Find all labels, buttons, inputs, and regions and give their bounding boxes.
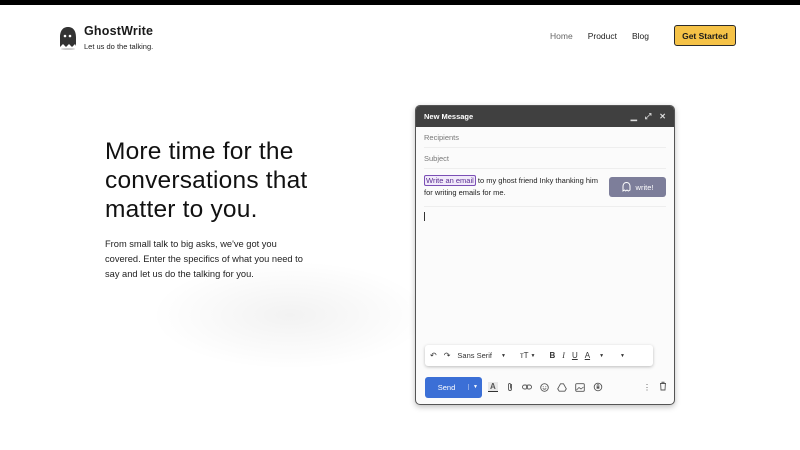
recipients-placeholder: Recipients: [424, 132, 460, 142]
prompt-row: Write an email to my ghost friend Inky t…: [424, 169, 666, 207]
subject-field[interactable]: Subject: [424, 148, 666, 169]
subject-placeholder: Subject: [424, 153, 450, 163]
compose-title: New Message: [424, 112, 474, 121]
main-nav: Home Product Blog: [550, 31, 664, 41]
hero-body: From small talk to big asks, we've got y…: [105, 239, 303, 279]
ghost-icon: [622, 182, 631, 192]
write-button[interactable]: write!: [609, 177, 666, 197]
ghost-logo-icon: [60, 27, 76, 50]
font-select[interactable]: Sans Serif ▼: [457, 351, 513, 360]
undo-icon[interactable]: ↶: [430, 351, 437, 360]
text-cursor: [424, 212, 425, 221]
bold-icon[interactable]: B: [549, 351, 555, 360]
trash-icon[interactable]: [659, 381, 667, 393]
compose-bottom-bar: Send ▼ A ⋮: [425, 376, 667, 398]
text-color-icon[interactable]: A ▼: [585, 351, 611, 360]
emoji-icon[interactable]: [540, 382, 549, 392]
top-border: [0, 0, 800, 5]
drive-icon[interactable]: [556, 382, 567, 392]
redo-icon[interactable]: ↷: [444, 351, 451, 360]
underline-icon[interactable]: U: [572, 351, 578, 360]
confidential-mode-icon[interactable]: [593, 382, 603, 392]
attach-icon[interactable]: [506, 382, 514, 392]
recipients-field[interactable]: Recipients: [424, 127, 666, 148]
more-formatting-icon[interactable]: ▼: [618, 353, 632, 359]
compose-header: New Message ▁ ⤢ ✕: [416, 106, 674, 127]
brand-tagline: Let us do the talking.: [84, 42, 154, 51]
prompt-text[interactable]: Write an email to my ghost friend Inky t…: [424, 175, 609, 198]
prompt-highlight: Write an email: [424, 175, 476, 186]
chevron-down-icon: ▼: [530, 352, 536, 359]
photo-icon[interactable]: [575, 382, 585, 392]
get-started-button[interactable]: Get Started: [674, 25, 736, 46]
nav-blog[interactable]: Blog: [632, 31, 649, 41]
nav-home[interactable]: Home: [550, 31, 573, 41]
send-options-icon[interactable]: ▼: [468, 384, 482, 390]
link-icon[interactable]: [521, 383, 532, 391]
brand-name: GhostWrite: [84, 24, 154, 38]
text-size-icon[interactable]: ᴛT ▼: [520, 351, 543, 360]
minimize-icon[interactable]: ▁: [631, 112, 637, 122]
expand-icon[interactable]: ⤢: [645, 112, 651, 122]
chevron-down-icon: ▼: [599, 352, 605, 359]
write-button-label: write!: [635, 182, 654, 192]
italic-icon[interactable]: I: [562, 351, 565, 360]
brand[interactable]: GhostWrite Let us do the talking.: [58, 24, 153, 51]
formatting-toolbar: ↶ ↷ Sans Serif ▼ ᴛT ▼ B I U A ▼ ▼: [425, 345, 653, 366]
chevron-down-icon: ▼: [501, 352, 506, 359]
formatting-options-icon[interactable]: A: [488, 382, 498, 392]
hero-title: More time for the conversations that mat…: [105, 138, 308, 223]
close-icon[interactable]: ✕: [659, 112, 666, 122]
nav-product[interactable]: Product: [588, 31, 617, 41]
send-button[interactable]: Send ▼: [425, 376, 482, 398]
font-name: Sans Serif: [457, 351, 493, 360]
send-label: Send: [437, 382, 456, 392]
more-options-icon[interactable]: ⋮: [643, 383, 651, 392]
